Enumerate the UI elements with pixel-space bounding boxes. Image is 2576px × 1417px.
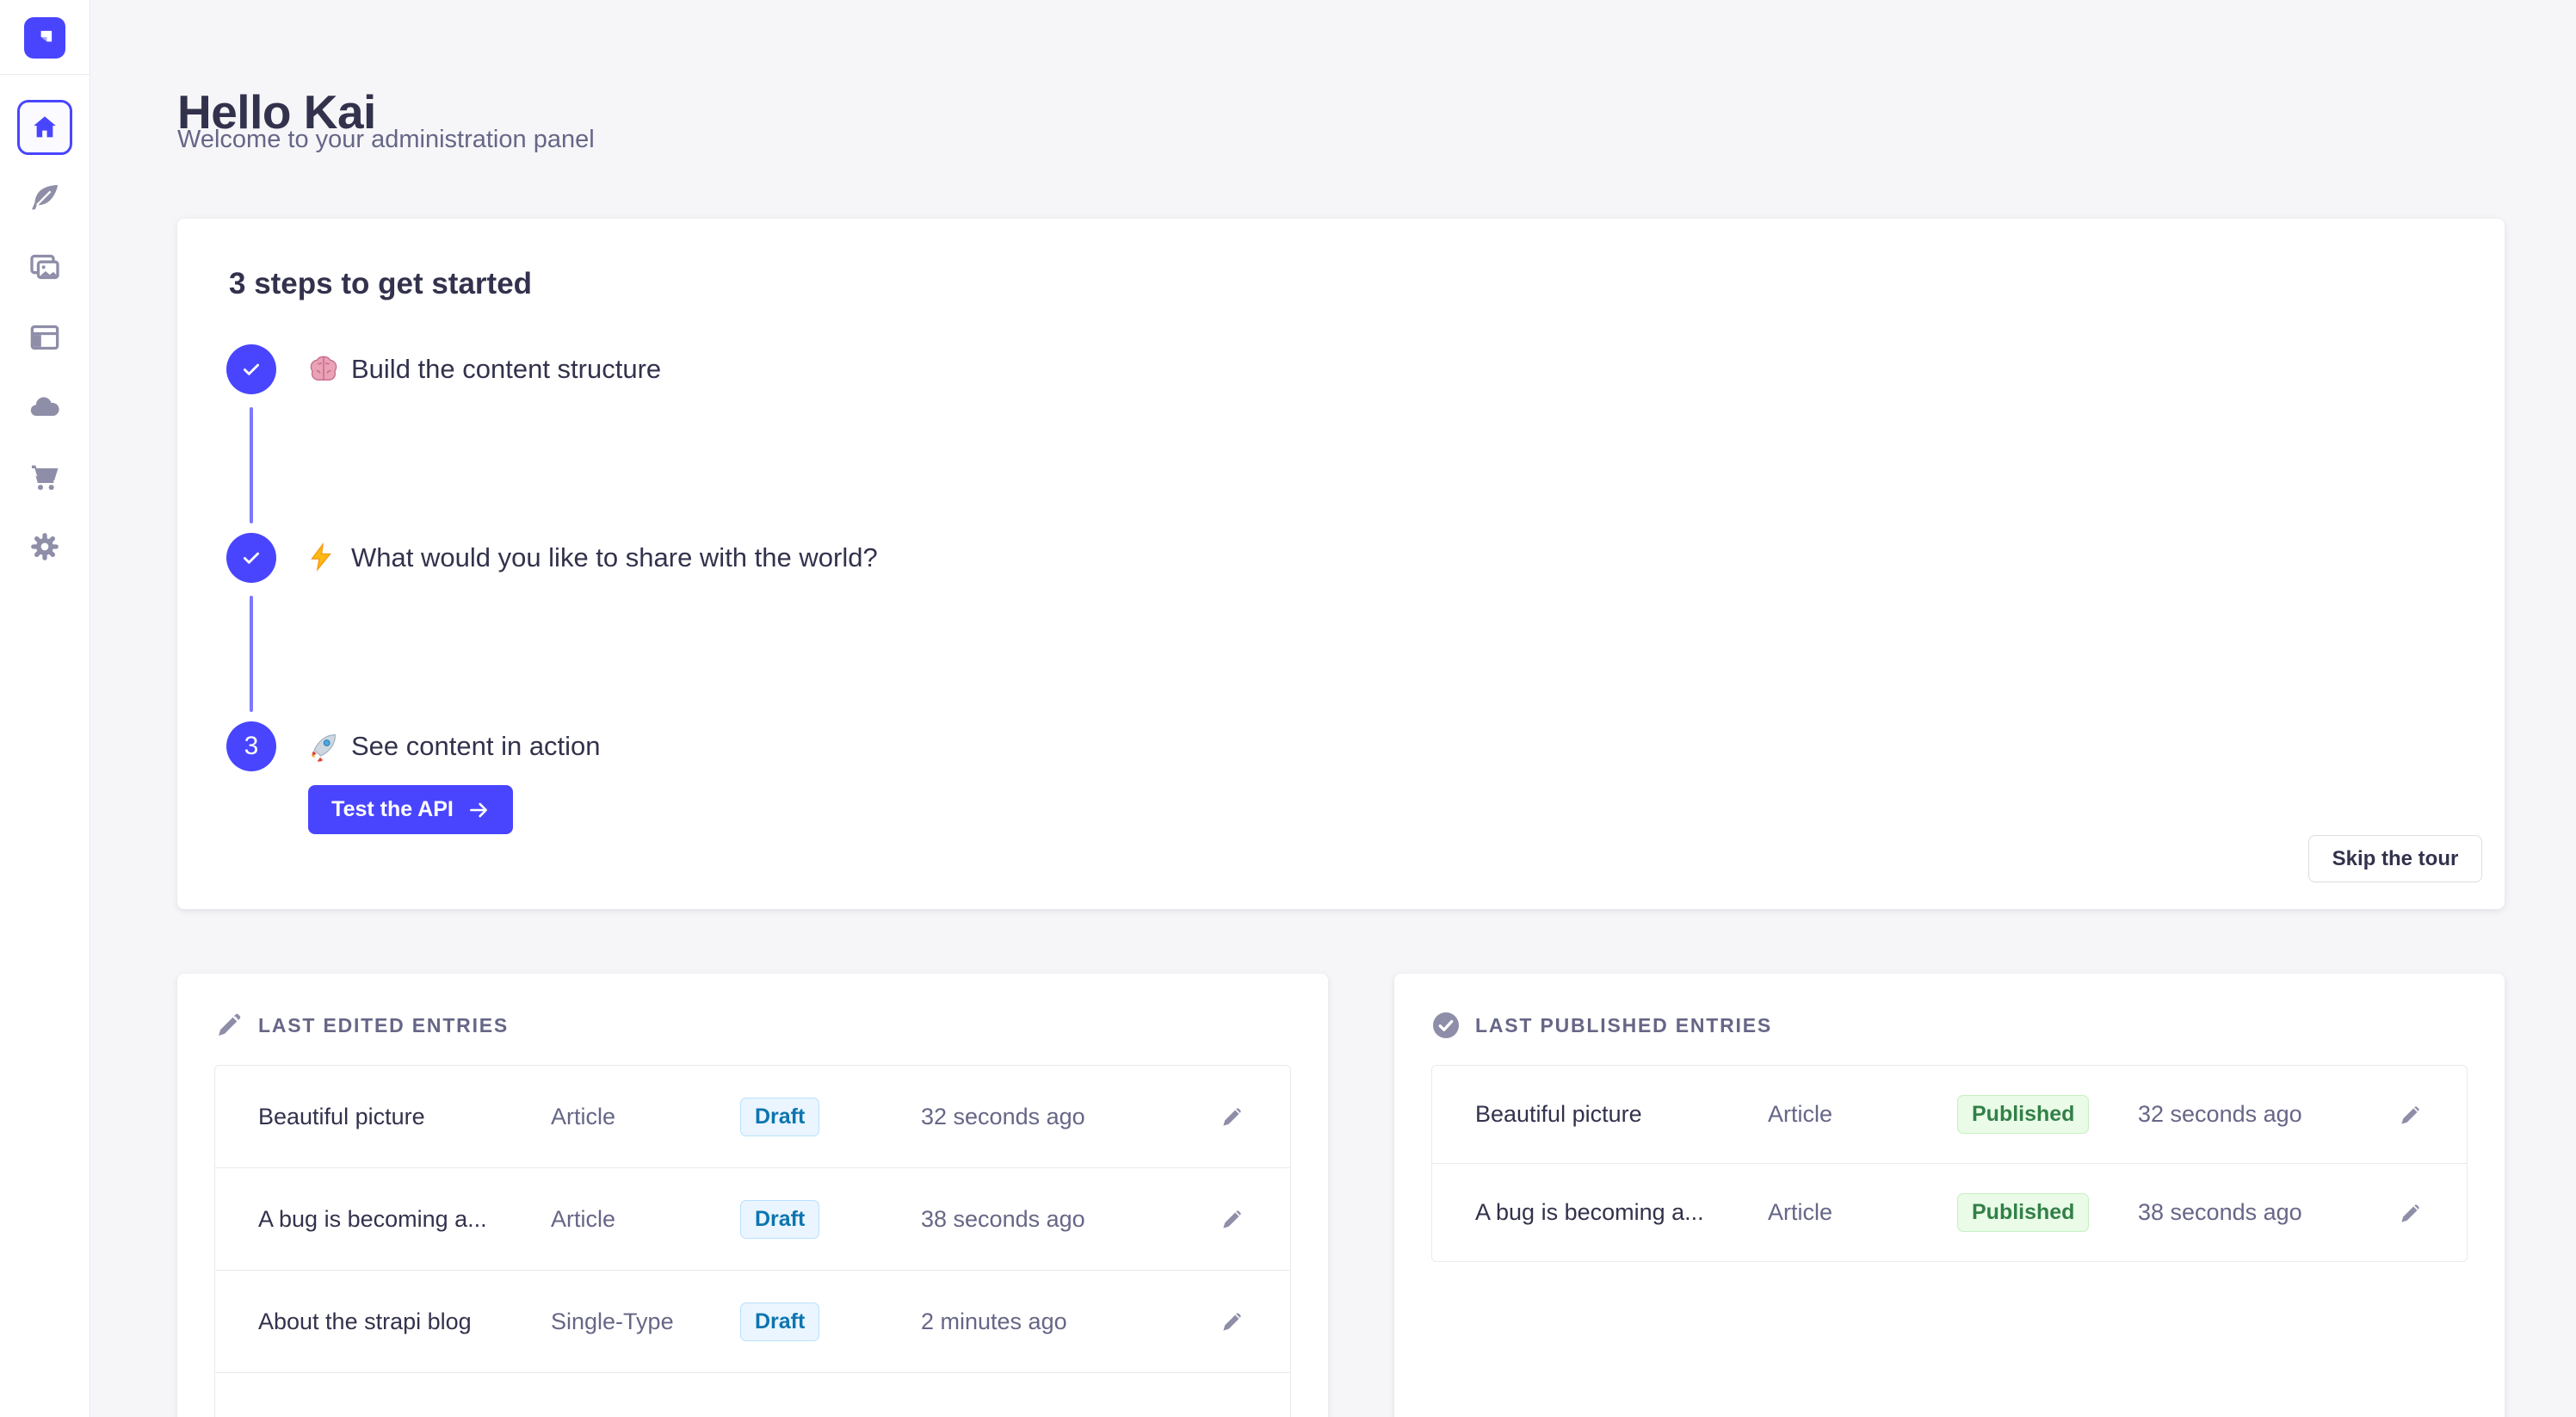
step-1-text: Build the content structure (351, 354, 661, 385)
last-published-header: LAST PUBLISHED ENTRIES (1430, 1010, 1772, 1041)
status-badge: Draft (740, 1303, 819, 1341)
layout-icon (28, 320, 62, 355)
sidebar-divider (0, 74, 90, 75)
test-api-label: Test the API (331, 797, 454, 822)
entry-type: Single-Type (551, 1309, 740, 1335)
step-3-number: 3 (244, 732, 259, 761)
strapi-admin-home: Hello Kai Welcome to your administration… (0, 0, 2576, 1417)
entry-type: Article (551, 1206, 740, 1233)
table-row[interactable]: A bug is becoming a... Article Published… (1432, 1163, 2467, 1261)
edit-entry-button[interactable] (2396, 1100, 2425, 1129)
onboarding-title: 3 steps to get started (229, 267, 532, 301)
last-edited-header: LAST EDITED ENTRIES (213, 1010, 509, 1041)
arrow-right-icon (467, 799, 490, 821)
pencil-icon (1218, 1102, 1247, 1131)
check-circle-icon (1430, 1010, 1461, 1041)
zap-emoji-icon (306, 541, 341, 575)
edit-entry-button[interactable] (1218, 1307, 1247, 1336)
entry-title: A bug is becoming a... (258, 1206, 551, 1233)
table-row[interactable]: Beautiful picture Article Published 32 s… (1432, 1066, 2467, 1163)
skip-tour-label: Skip the tour (2332, 847, 2459, 871)
last-edited-card: LAST EDITED ENTRIES Beautiful picture Ar… (177, 974, 1328, 1417)
step-3-circle: 3 (226, 721, 276, 771)
step-2-circle (226, 533, 276, 583)
step-1-label: Build the content structure (306, 346, 661, 393)
last-published-card: LAST PUBLISHED ENTRIES Beautiful picture… (1394, 974, 2505, 1417)
entry-time: 2 minutes ago (921, 1309, 1179, 1335)
sidebar (0, 0, 90, 1417)
sidebar-item-content-type-builder[interactable] (28, 320, 62, 355)
images-icon (28, 250, 62, 284)
onboarding-card: 3 steps to get started Build the content… (177, 219, 2505, 909)
step-2-text: What would you like to share with the wo… (351, 542, 878, 573)
entry-time: 38 seconds ago (2138, 1199, 2396, 1226)
edit-entry-button[interactable] (1218, 1102, 1247, 1131)
pencil-icon (2396, 1100, 2425, 1129)
check-icon (240, 358, 263, 381)
entry-title: About the strapi blog (258, 1309, 551, 1335)
last-published-title: LAST PUBLISHED ENTRIES (1475, 1014, 1772, 1037)
status-badge: Published (1957, 1095, 2089, 1134)
page-subtitle: Welcome to your administration panel (177, 126, 595, 154)
table-row[interactable]: Beautiful picture Article Draft 32 secon… (215, 1066, 1290, 1167)
entry-title: A bug is becoming a... (1475, 1199, 1768, 1226)
step-connector (250, 407, 253, 523)
step-2-label: What would you like to share with the wo… (306, 535, 878, 581)
pencil-icon (2396, 1198, 2425, 1228)
status-badge: Published (1957, 1193, 2089, 1232)
pencil-icon (1218, 1307, 1247, 1336)
entry-type: Article (1768, 1101, 1957, 1128)
check-icon (240, 547, 263, 569)
edit-entry-button[interactable] (1218, 1204, 1247, 1234)
strapi-logo-glyph (32, 25, 58, 51)
rocket-emoji-icon (306, 729, 341, 764)
status-badge: Draft (740, 1200, 819, 1239)
table-row[interactable]: A bug is becoming a... Article Draft 38 … (215, 1167, 1290, 1270)
entry-type: Article (551, 1104, 740, 1130)
brain-emoji-icon (306, 352, 341, 387)
sidebar-item-media-library[interactable] (28, 250, 62, 284)
status-badge: Draft (740, 1098, 819, 1136)
sidebar-item-settings[interactable] (28, 529, 62, 564)
entry-title: Beautiful picture (1475, 1101, 1768, 1128)
feather-icon (28, 180, 62, 214)
entry-title: Beautiful picture (258, 1104, 551, 1130)
strapi-logo-icon[interactable] (24, 17, 65, 59)
entry-time: 38 seconds ago (921, 1206, 1179, 1233)
step-3-label: See content in action (306, 723, 601, 770)
last-published-table: Beautiful picture Article Published 32 s… (1431, 1065, 2468, 1262)
cloud-icon (28, 390, 62, 424)
home-icon (30, 113, 59, 142)
edit-entry-button[interactable] (2396, 1198, 2425, 1228)
test-api-button[interactable]: Test the API (308, 785, 513, 834)
pencil-icon (1218, 1204, 1247, 1234)
entry-time: 32 seconds ago (2138, 1101, 2396, 1128)
table-row-cutoff (215, 1372, 1290, 1417)
gear-icon (28, 529, 62, 564)
last-edited-table: Beautiful picture Article Draft 32 secon… (214, 1065, 1291, 1417)
pencil-icon (213, 1010, 244, 1041)
sidebar-item-deploy[interactable] (28, 390, 62, 424)
skip-tour-button[interactable]: Skip the tour (2308, 835, 2482, 882)
sidebar-item-marketplace[interactable] (28, 460, 62, 494)
cart-icon (28, 460, 62, 494)
entry-time: 32 seconds ago (921, 1104, 1179, 1130)
sidebar-item-home[interactable] (17, 100, 72, 155)
sidebar-item-content-manager[interactable] (28, 180, 62, 214)
table-row[interactable]: About the strapi blog Single-Type Draft … (215, 1270, 1290, 1372)
step-1-circle (226, 344, 276, 394)
last-edited-title: LAST EDITED ENTRIES (258, 1014, 509, 1037)
entry-type: Article (1768, 1199, 1957, 1226)
step-3-text: See content in action (351, 731, 601, 762)
step-connector (250, 596, 253, 712)
